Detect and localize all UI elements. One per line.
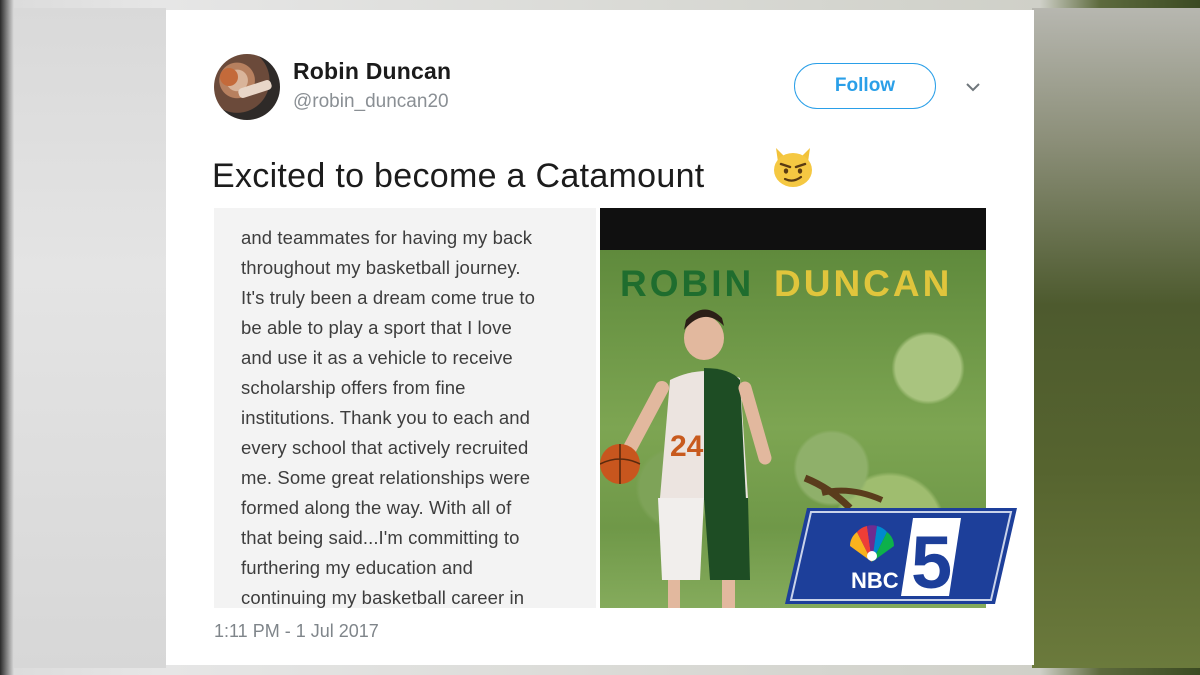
- blurred-background-left: [14, 8, 166, 668]
- user-handle[interactable]: @robin_duncan20: [293, 91, 449, 113]
- photo-name-last: DUNCAN: [774, 263, 953, 304]
- jersey-number: 24: [670, 430, 704, 463]
- letter-line: be able to play a sport that I love: [241, 317, 512, 338]
- letter-line: every school that actively recruited: [241, 437, 529, 458]
- letter-line: that being said...I'm committing to: [241, 527, 520, 548]
- photo-name-first: ROBIN: [620, 263, 755, 304]
- nbc-wordmark: NBC: [851, 568, 899, 593]
- follow-button[interactable]: Follow: [794, 63, 936, 109]
- avatar-ball: [220, 68, 238, 86]
- letter-line: me. Some great relationships were: [241, 467, 531, 488]
- letter-line: furthering my education and: [241, 557, 474, 578]
- letter-line: institutions. Thank you to each and: [241, 407, 531, 428]
- letter-line: and teammates for having my back: [241, 227, 533, 248]
- letter-line: formed along the way. With all of: [241, 497, 512, 518]
- chevron-down-icon[interactable]: [964, 78, 982, 96]
- letter-line: scholarship offers from fine: [241, 377, 466, 398]
- tweet-timestamp[interactable]: 1:11 PM - 1 Jul 2017: [214, 621, 379, 642]
- letter-line: throughout my basketball journey.: [241, 257, 521, 278]
- channel-number: 5: [911, 521, 952, 604]
- letter-line: It's truly been a dream come true to: [241, 287, 536, 308]
- letter-image[interactable]: and teammates for having my back through…: [214, 208, 596, 608]
- avatar[interactable]: [214, 54, 280, 120]
- avatar-arm: [237, 78, 273, 100]
- cat-face-icon: [774, 148, 812, 187]
- nbc5-station-logo: NBC 5: [785, 508, 1017, 604]
- tweet-text: Excited to become a Catamount: [212, 157, 705, 195]
- blurred-background-right: [1032, 8, 1200, 668]
- user-name[interactable]: Robin Duncan: [293, 58, 451, 85]
- letter-line: and use it as a vehicle to receive: [241, 347, 513, 368]
- letter-line: continuing my basketball career in: [241, 587, 525, 608]
